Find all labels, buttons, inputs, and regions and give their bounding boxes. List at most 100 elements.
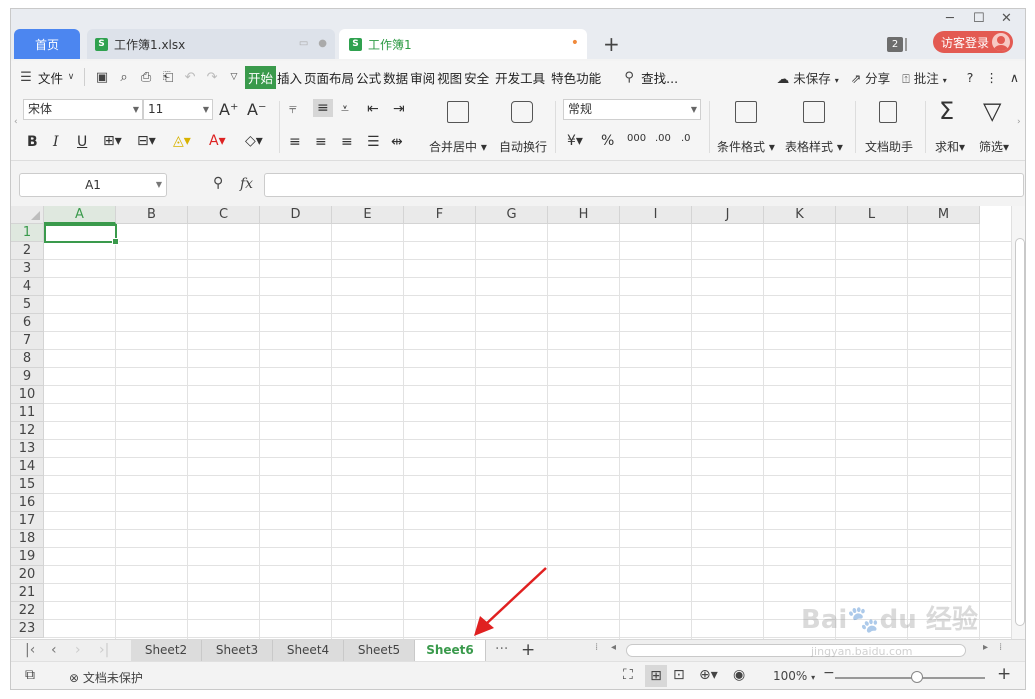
align-top-icon[interactable]: ⫧ (289, 101, 297, 117)
first-sheet-icon[interactable]: |‹ (25, 642, 35, 658)
row-header-15[interactable]: 15 (11, 476, 44, 494)
column-header-e[interactable]: E (332, 206, 404, 224)
decrease-font-icon[interactable]: A⁻ (247, 100, 266, 119)
row-header-16[interactable]: 16 (11, 494, 44, 512)
zoom-slider-knob[interactable] (911, 671, 923, 683)
search-command[interactable]: 查找... (640, 66, 679, 89)
scroll-right-icon[interactable]: ▸ (983, 642, 988, 653)
tab-book[interactable]: S 工作簿1 • (339, 29, 587, 59)
row-header-6[interactable]: 6 (11, 314, 44, 332)
close-dot-icon[interactable]: ● (318, 38, 327, 49)
zoom-out-icon[interactable]: − (823, 665, 835, 681)
print-preview-icon[interactable]: ⎗ (157, 70, 179, 85)
decrease-decimal-icon[interactable]: .0 (681, 133, 691, 144)
row-header-18[interactable]: 18 (11, 530, 44, 548)
menu-insert[interactable]: 插入 (276, 66, 303, 89)
row-header-12[interactable]: 12 (11, 422, 44, 440)
column-header-h[interactable]: H (548, 206, 620, 224)
fullscreen-icon[interactable]: ⛶ (623, 667, 633, 683)
next-sheet-icon[interactable]: › (75, 642, 81, 658)
row-header-13[interactable]: 13 (11, 440, 44, 458)
formula-input[interactable] (264, 173, 1024, 197)
column-header-f[interactable]: F (404, 206, 476, 224)
minimize-icon[interactable]: ─ (946, 11, 954, 26)
select-all-corner[interactable] (11, 206, 44, 224)
row-header-3[interactable]: 3 (11, 260, 44, 278)
font-name-select[interactable]: 宋体 ▼ (23, 99, 143, 120)
menu-data[interactable]: 数据 (382, 66, 409, 89)
normal-view-icon[interactable]: ⊞ (645, 665, 667, 687)
row-header-7[interactable]: 7 (11, 332, 44, 350)
active-cell-a1[interactable] (44, 224, 119, 245)
share-button[interactable]: ⇗ 分享 (851, 68, 890, 87)
align-center-icon[interactable]: ≡ (315, 134, 327, 150)
zoom-slider-track[interactable] (835, 677, 985, 679)
scroll-left-icon[interactable]: ◂ (611, 642, 616, 653)
row-header-5[interactable]: 5 (11, 296, 44, 314)
font-color-icon[interactable]: A▾ (209, 133, 226, 149)
distribute-icon[interactable]: ⇹ (391, 134, 403, 150)
hamburger-icon[interactable]: ☰ (15, 70, 37, 85)
row-header-23[interactable]: 23 (11, 620, 44, 638)
menu-start[interactable]: 开始 (245, 65, 277, 89)
column-header-j[interactable]: J (692, 206, 764, 224)
row-header-14[interactable]: 14 (11, 458, 44, 476)
sheet-tab-sheet5[interactable]: Sheet5 (344, 640, 415, 661)
vertical-scroll-thumb[interactable] (1015, 238, 1025, 626)
protection-status[interactable]: ⊗ 文档未保护 (69, 669, 143, 686)
row-header-4[interactable]: 4 (11, 278, 44, 296)
sheet-tab-sheet4[interactable]: Sheet4 (273, 640, 344, 661)
splitter-icon[interactable]: ⁞ (999, 642, 1002, 653)
align-left-icon[interactable]: ≡ (289, 134, 301, 150)
underline-icon[interactable]: U (77, 134, 87, 150)
sheet-tab-sheet6[interactable]: Sheet6 (415, 640, 486, 661)
reading-mode-icon[interactable]: ⊕▾ (699, 667, 718, 683)
row-header-8[interactable]: 8 (11, 350, 44, 368)
zoom-in-icon[interactable]: + (997, 664, 1011, 684)
zoom-lookup-icon[interactable]: ⚲ (213, 175, 223, 191)
vertical-scrollbar[interactable] (1011, 206, 1025, 639)
bold-icon[interactable]: B (27, 134, 38, 150)
unsaved-dot-icon[interactable]: • (571, 35, 579, 51)
redo-icon[interactable]: ↷ (201, 70, 223, 85)
increase-decimal-icon[interactable]: .00 (655, 133, 671, 144)
maximize-icon[interactable]: ☐ (973, 11, 985, 26)
sheet-tab-sheet2[interactable]: Sheet2 (131, 640, 202, 661)
cell-style-icon[interactable]: ⊟▾ (137, 133, 156, 149)
sheet-tab-sheet3[interactable]: Sheet3 (202, 640, 273, 661)
font-size-select[interactable]: 11 ▼ (143, 99, 213, 120)
align-bottom-icon[interactable]: ⩡ (341, 101, 349, 117)
status-toggle-icon[interactable]: ⧉ (25, 667, 35, 683)
print-icon[interactable]: ⎙ (135, 70, 157, 85)
column-header-a[interactable]: A (44, 206, 116, 224)
customize-dropdown-icon[interactable]: ▽ (223, 72, 245, 82)
justify-icon[interactable]: ☰ (367, 134, 380, 150)
fill-color-icon[interactable]: ◬▾ (173, 133, 191, 149)
export-icon[interactable]: ⌕ (113, 70, 135, 85)
fx-icon[interactable]: fx (240, 176, 253, 192)
percent-icon[interactable]: % (601, 133, 614, 149)
row-header-20[interactable]: 20 (11, 566, 44, 584)
row-header-22[interactable]: 22 (11, 602, 44, 620)
menu-security[interactable]: 安全 (463, 66, 490, 89)
column-header-c[interactable]: C (188, 206, 260, 224)
menu-formula[interactable]: 公式 (355, 66, 382, 89)
column-header-m[interactable]: M (908, 206, 980, 224)
row-header-9[interactable]: 9 (11, 368, 44, 386)
zoom-level[interactable]: 100% ▾ (773, 669, 815, 683)
ribbon-scroll-left-icon[interactable]: ‹ (14, 117, 18, 127)
number-format-select[interactable]: 常规 ▼ (563, 99, 701, 120)
row-header-2[interactable]: 2 (11, 242, 44, 260)
add-sheet-button[interactable]: + (521, 640, 535, 660)
horizontal-scrollbar[interactable] (626, 644, 966, 657)
more-icon[interactable]: ⋮ (985, 70, 998, 85)
more-sheets-button[interactable]: ··· (495, 641, 508, 657)
guest-login-button[interactable]: 访客登录 (933, 31, 1013, 53)
menu-file[interactable]: 文件 (37, 66, 64, 89)
tab-home[interactable]: 首页 (14, 29, 80, 59)
thousands-icon[interactable]: 000 (627, 133, 646, 144)
menu-features[interactable]: 特色功能 (550, 66, 602, 89)
window-count-badge[interactable]: 2 (887, 37, 903, 52)
search-icon[interactable]: ⚲ (618, 70, 640, 85)
row-header-19[interactable]: 19 (11, 548, 44, 566)
